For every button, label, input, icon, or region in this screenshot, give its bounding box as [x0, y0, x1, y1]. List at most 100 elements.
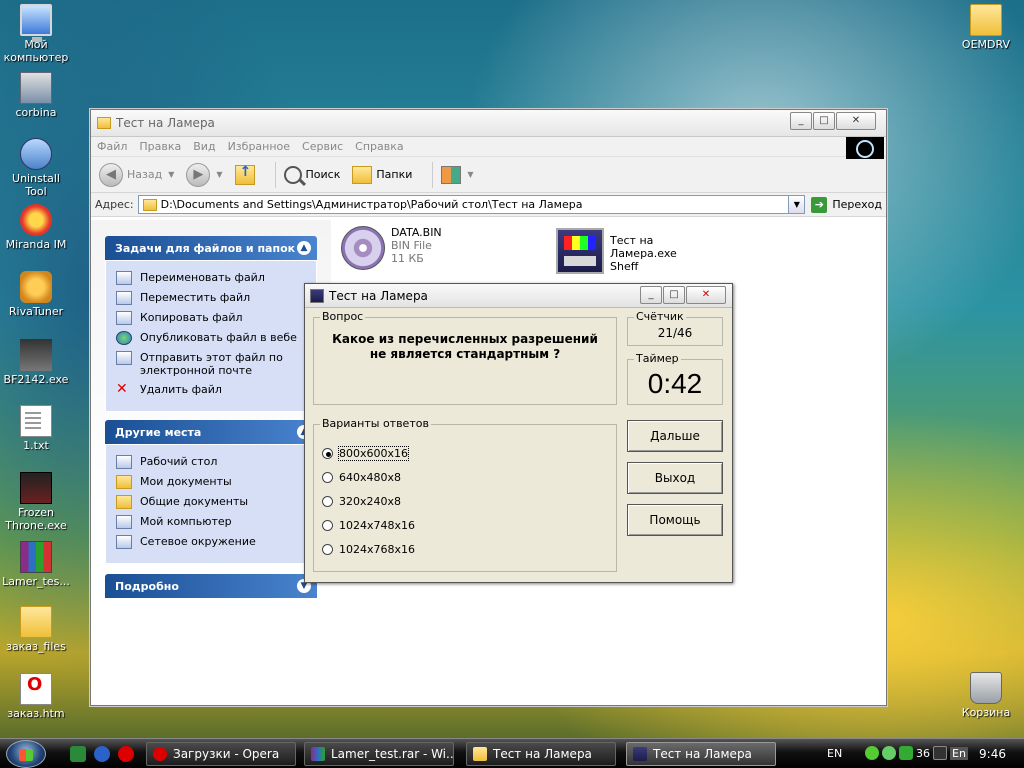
dialog-titlebar[interactable]: Тест на Ламера _ □ ✕	[305, 284, 732, 308]
desktop-icon-label: Lamer_tes...	[2, 575, 70, 588]
internet-explorer-icon[interactable]	[94, 746, 110, 762]
next-button[interactable]: Дальше	[627, 420, 723, 452]
radio[interactable]	[322, 496, 333, 507]
desktop-icon-label: Frozen Throne.exe	[5, 506, 67, 532]
details-header[interactable]: Подробно ▼	[105, 574, 317, 598]
answer-option-2[interactable]: 640x480x8	[322, 471, 401, 484]
desktop-icon-label: corbina	[15, 106, 57, 119]
task-email-file[interactable]: Отправить этот файл по электронной почте	[116, 351, 308, 377]
monitor-icon[interactable]	[933, 746, 947, 760]
search-icon	[283, 165, 302, 184]
chevron-down-icon: ▼	[168, 170, 175, 179]
desktop-icon-lamer-test[interactable]: Lamer_tes...	[0, 541, 72, 588]
option-label: 640x480x8	[339, 471, 402, 484]
task-rename-file[interactable]: Переименовать файл	[116, 271, 308, 285]
menu-help[interactable]: Справка	[355, 140, 403, 153]
menu-edit[interactable]: Правка	[139, 140, 181, 153]
close-button[interactable]: ✕	[836, 112, 876, 130]
option-label: 320x240x8	[339, 495, 402, 508]
menu-favorites[interactable]: Избранное	[228, 140, 290, 153]
answer-option-5[interactable]: 1024x768x16	[322, 543, 415, 556]
chevron-up-icon[interactable]: ▲	[297, 241, 311, 255]
radio-selected[interactable]	[322, 448, 333, 459]
desktop-icon-frozen-throne[interactable]: Frozen Throne.exe	[0, 472, 72, 532]
task-copy-file[interactable]: Копировать файл	[116, 311, 308, 325]
start-button[interactable]	[6, 740, 46, 768]
icq-icon[interactable]	[865, 746, 879, 760]
address-dropdown-button[interactable]: ▼	[789, 195, 806, 214]
close-button[interactable]: ✕	[686, 286, 726, 304]
other-places-header[interactable]: Другие места ▲	[105, 420, 317, 444]
minimize-button[interactable]: _	[790, 112, 812, 130]
desktop-icon-miranda[interactable]: Miranda IM	[0, 204, 72, 251]
taskbar-button-explorer[interactable]: Тест на Ламера	[466, 742, 616, 766]
radio[interactable]	[322, 544, 333, 555]
up-button[interactable]	[234, 164, 255, 185]
help-button[interactable]: Помощь	[627, 504, 723, 536]
address-input[interactable]: D:\Documents and Settings\Администратор\…	[137, 195, 790, 214]
language-indicator[interactable]: EN	[827, 747, 842, 760]
desktop-icon-zakaz-files[interactable]: заказ_files	[0, 606, 72, 653]
minimize-button[interactable]: _	[640, 286, 662, 304]
desktop-icon-label: заказ.htm	[7, 707, 65, 720]
taskbar-button-opera[interactable]: Загрузки - Opera	[146, 742, 296, 766]
back-label: Назад	[127, 168, 163, 181]
answer-option-4[interactable]: 1024x748x16	[322, 519, 415, 532]
menu-file[interactable]: Файл	[97, 140, 127, 153]
uninstall-tool-icon	[20, 138, 52, 170]
keyboard-layout[interactable]: En	[950, 746, 968, 760]
file-item-test-exe[interactable]: Тест на Ламера.exe Sheff	[556, 228, 677, 274]
opera-html-icon	[20, 673, 52, 705]
place-desktop[interactable]: Рабочий стол	[116, 455, 308, 469]
forward-button[interactable]: ▶ ▼	[186, 162, 223, 187]
text-file-icon	[20, 405, 52, 437]
chevron-down-icon: ▼	[216, 170, 223, 179]
exit-button[interactable]: Выход	[627, 462, 723, 494]
file-item-data-bin[interactable]: DATA.BIN BIN File 11 КБ	[341, 226, 442, 270]
views-button[interactable]: ▼	[441, 165, 474, 184]
taskbar-button-quiz[interactable]: Тест на Ламера	[626, 742, 776, 766]
question-text: Какое из перечисленных разрешений не явл…	[332, 332, 598, 361]
task-move-file[interactable]: Переместить файл	[116, 291, 308, 305]
place-shared-documents[interactable]: Общие документы	[116, 495, 308, 509]
tray-number: 36	[916, 746, 930, 760]
back-button[interactable]: ◀ Назад ▼	[99, 162, 175, 187]
place-network[interactable]: Сетевое окружение	[116, 535, 308, 549]
recycle-bin-icon	[970, 672, 1002, 704]
answer-option-1[interactable]: 800x600x16	[322, 446, 410, 461]
explorer-titlebar[interactable]: Тест на Ламера _ □ ✕	[91, 110, 886, 137]
taskbar-button-winrar[interactable]: Lamer_test.rar - Wi...	[304, 742, 454, 766]
search-button[interactable]: Поиск	[283, 165, 340, 184]
winrar-icon	[311, 747, 325, 761]
desktop-icon-zakaz-htm[interactable]: заказ.htm	[0, 673, 72, 720]
desktop-icon-corbina[interactable]: corbina	[0, 72, 72, 119]
radio[interactable]	[322, 472, 333, 483]
desktop-icon-label: Miranda IM	[5, 238, 67, 251]
answer-option-3[interactable]: 320x240x8	[322, 495, 401, 508]
radio[interactable]	[322, 520, 333, 531]
system-tray: 36 En	[865, 746, 968, 760]
menu-view[interactable]: Вид	[193, 140, 215, 153]
task-publish-web[interactable]: Опубликовать файл в вебе	[116, 331, 308, 345]
maximize-button[interactable]: □	[663, 286, 685, 304]
quick-launch-h-icon[interactable]	[70, 746, 86, 762]
desktop-icon-oemdrv[interactable]: OEMDRV	[950, 4, 1022, 51]
place-my-documents[interactable]: Мои документы	[116, 475, 308, 489]
tray-app-icon[interactable]	[899, 746, 913, 760]
desktop-icon-bf2142[interactable]: BF2142.exe	[0, 339, 72, 386]
desktop-icon-my-computer[interactable]: Мой компьютер	[0, 4, 72, 64]
clock[interactable]: 9:46	[979, 747, 1006, 761]
place-my-computer[interactable]: Мой компьютер	[116, 515, 308, 529]
folders-button[interactable]: Папки	[352, 165, 412, 184]
desktop-icon-uninstall-tool[interactable]: Uninstall Tool	[0, 138, 72, 198]
desktop-icon-1txt[interactable]: 1.txt	[0, 405, 72, 452]
opera-icon[interactable]	[118, 746, 134, 762]
file-tasks-header[interactable]: Задачи для файлов и папок ▲	[105, 236, 317, 260]
go-button[interactable]: ➔ Переход	[811, 196, 882, 213]
maximize-button[interactable]: □	[813, 112, 835, 130]
desktop-icon-rivatuner[interactable]: RivaTuner	[0, 271, 72, 318]
desktop-icon-recycle-bin[interactable]: Корзина	[950, 672, 1022, 719]
network-status-icon[interactable]	[882, 746, 896, 760]
menu-tools[interactable]: Сервис	[302, 140, 343, 153]
task-delete-file[interactable]: ✕ Удалить файл	[116, 382, 308, 397]
